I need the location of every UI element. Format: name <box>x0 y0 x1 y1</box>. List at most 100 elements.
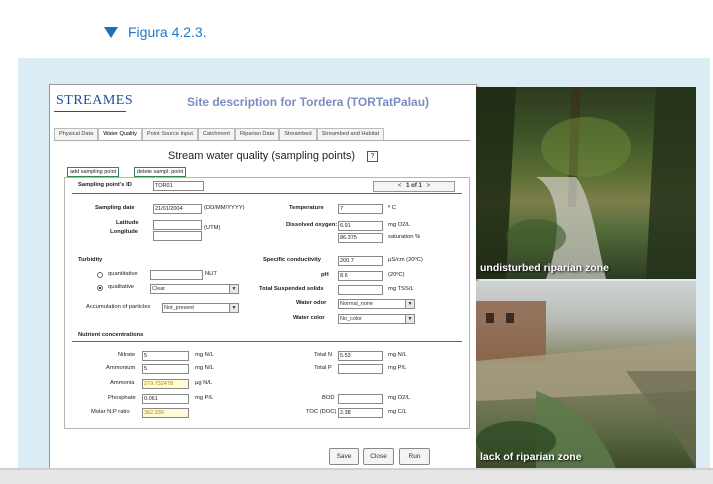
dissolved-oxygen-unit: mg O2/L <box>388 222 411 228</box>
ammonium-unit: mg N/L <box>195 365 214 371</box>
figure-caption-text: Figura 4.2.3. <box>128 24 207 40</box>
dissolved-oxygen-input[interactable]: 6.91 <box>338 221 383 231</box>
molar-ratio-label: Molar N:P ratio <box>91 409 130 415</box>
ammonium-input[interactable]: 5 <box>142 364 189 374</box>
turbidity-quantitative-input[interactable] <box>150 270 203 280</box>
app-window: STREAMES Site description for Tordera (T… <box>49 84 477 469</box>
ammonia-output: 279.732478 <box>142 379 189 389</box>
tab-point-source-input[interactable]: Point Source Input <box>141 128 198 140</box>
total-n-unit: mg N/L <box>388 352 407 358</box>
temperature-unit: º C <box>388 205 396 211</box>
qualitative-label: qualitative <box>108 284 135 290</box>
accumulation-select[interactable]: Not_present ▼ <box>162 303 239 313</box>
tss-input[interactable] <box>338 285 383 295</box>
section-title: Stream water quality (sampling points) <box>168 150 356 162</box>
water-odor-select[interactable]: Normal_none ▼ <box>338 299 415 309</box>
molar-ratio-output: 362.936 <box>142 408 189 418</box>
chevron-down-icon: ▼ <box>229 285 238 293</box>
ammonia-label: Ammonia <box>110 380 135 386</box>
save-button[interactable]: Save <box>329 448 359 465</box>
record-navigator: < 1 of 1 > <box>373 181 455 192</box>
photo-caption-top: undisturbed riparian zone <box>480 262 609 274</box>
turbidity-label: Turbidity <box>78 257 103 263</box>
bare-stream-image <box>476 301 696 468</box>
total-p-input[interactable] <box>338 364 383 374</box>
prev-record-button[interactable]: < <box>398 183 402 189</box>
longitude-input[interactable] <box>153 231 202 241</box>
qualitative-select-value: Clear <box>152 286 166 292</box>
temperature-input[interactable]: 7 <box>338 204 383 214</box>
tab-streambed[interactable]: Streambed <box>279 128 317 140</box>
bod-unit: mg O2/L <box>388 395 411 401</box>
conductivity-input[interactable]: 200.7 <box>338 256 383 266</box>
chevron-down-icon: ▼ <box>229 304 238 312</box>
help-icon[interactable]: ? <box>367 151 378 162</box>
total-n-label: Total N <box>314 352 333 358</box>
tab-bar: Physical Data Water Quality Point Source… <box>54 128 470 141</box>
tab-water-quality[interactable]: Water Quality <box>98 128 142 140</box>
record-counter: 1 of 1 <box>406 183 422 189</box>
total-p-label: Total P <box>314 365 332 371</box>
latitude-label: Latitude <box>116 220 139 226</box>
window-title: Site description for Tordera (TORTatPala… <box>187 95 430 109</box>
date-format-hint: (DD/MM/YYYY) <box>204 205 245 211</box>
nitrate-input[interactable]: 5 <box>142 351 189 361</box>
nitrate-unit: mg N/L <box>195 352 214 358</box>
run-button[interactable]: Run <box>399 448 430 465</box>
ph-label: pH <box>321 272 329 278</box>
photo-caption-bottom: lack of riparian zone <box>480 451 582 463</box>
triangle-down-icon <box>104 26 118 38</box>
temperature-label: Temperature <box>289 205 324 211</box>
phosphate-unit: mg P/L <box>195 395 214 401</box>
total-p-unit: mg P/L <box>388 365 407 371</box>
longitude-label: Longitude <box>110 229 139 235</box>
water-color-select-value: No_color <box>340 316 363 322</box>
nutrients-label: Nutrient concentrations <box>78 332 144 338</box>
toc-input[interactable]: 2.38 <box>338 408 383 418</box>
logo-underline <box>54 111 126 112</box>
ph-input[interactable]: 8.6 <box>338 271 383 281</box>
qualitative-select[interactable]: Clear ▼ <box>150 284 239 294</box>
phosphate-label: Phosphate <box>108 395 136 401</box>
total-n-input[interactable]: 5.53 <box>338 351 383 361</box>
sampling-id-input[interactable]: TOR01 <box>153 181 204 191</box>
tab-riparian-data[interactable]: Riparian Data <box>234 128 280 140</box>
sampling-date-input[interactable]: 21/01/2004 <box>153 204 202 214</box>
photo-lack-riparian: lack of riparian zone <box>476 281 696 468</box>
saturation-input[interactable]: 86.375 <box>338 233 383 243</box>
toc-label: TOC (DOC) <box>306 409 337 415</box>
tab-physical-data[interactable]: Physical Data <box>54 128 99 140</box>
qualitative-radio[interactable] <box>97 285 103 291</box>
quantitative-radio[interactable] <box>97 272 103 278</box>
close-button[interactable]: Close <box>363 448 394 465</box>
sampling-date-label: Sampling date <box>95 205 135 211</box>
toc-unit: mg C/L <box>388 409 407 415</box>
quantitative-label: quantitative <box>108 271 138 277</box>
saturation-unit: saturation % <box>388 234 421 240</box>
streames-logo: STREAMES <box>56 93 134 108</box>
divider <box>72 193 462 194</box>
latitude-input[interactable] <box>153 220 202 230</box>
bod-label: BOD <box>322 395 335 401</box>
bod-input[interactable] <box>338 394 383 404</box>
water-odor-select-value: Normal_none <box>340 301 374 307</box>
water-color-select[interactable]: No_color ▼ <box>338 314 415 324</box>
photo-undisturbed-riparian: undisturbed riparian zone <box>476 87 696 279</box>
chevron-down-icon: ▼ <box>405 300 414 308</box>
dissolved-oxygen-label: Dissolved oxygen: <box>286 222 338 228</box>
figure-caption: Figura 4.2.3. <box>104 24 207 40</box>
nitrate-label: Nitrate <box>118 352 136 358</box>
phosphate-input[interactable]: 0.061 <box>142 394 189 404</box>
tss-unit: mg TSS/L <box>388 286 414 292</box>
chevron-down-icon: ▼ <box>405 315 414 323</box>
delete-sampling-point-button[interactable]: delete sampl. point <box>134 167 187 177</box>
accumulation-select-value: Not_present <box>164 305 194 311</box>
tab-catchment[interactable]: Catchment <box>197 128 235 140</box>
sampling-id-label: Sampling point's ID <box>78 182 132 188</box>
ammonium-label: Ammonium <box>106 365 136 371</box>
forest-stream-image <box>476 87 696 279</box>
tab-streambed-habitat[interactable]: Streambed and Habitat <box>316 128 385 140</box>
next-record-button[interactable]: > <box>427 183 431 189</box>
water-odor-label: Water odor <box>296 300 327 306</box>
add-sampling-point-button[interactable]: add sampling point <box>67 167 120 177</box>
